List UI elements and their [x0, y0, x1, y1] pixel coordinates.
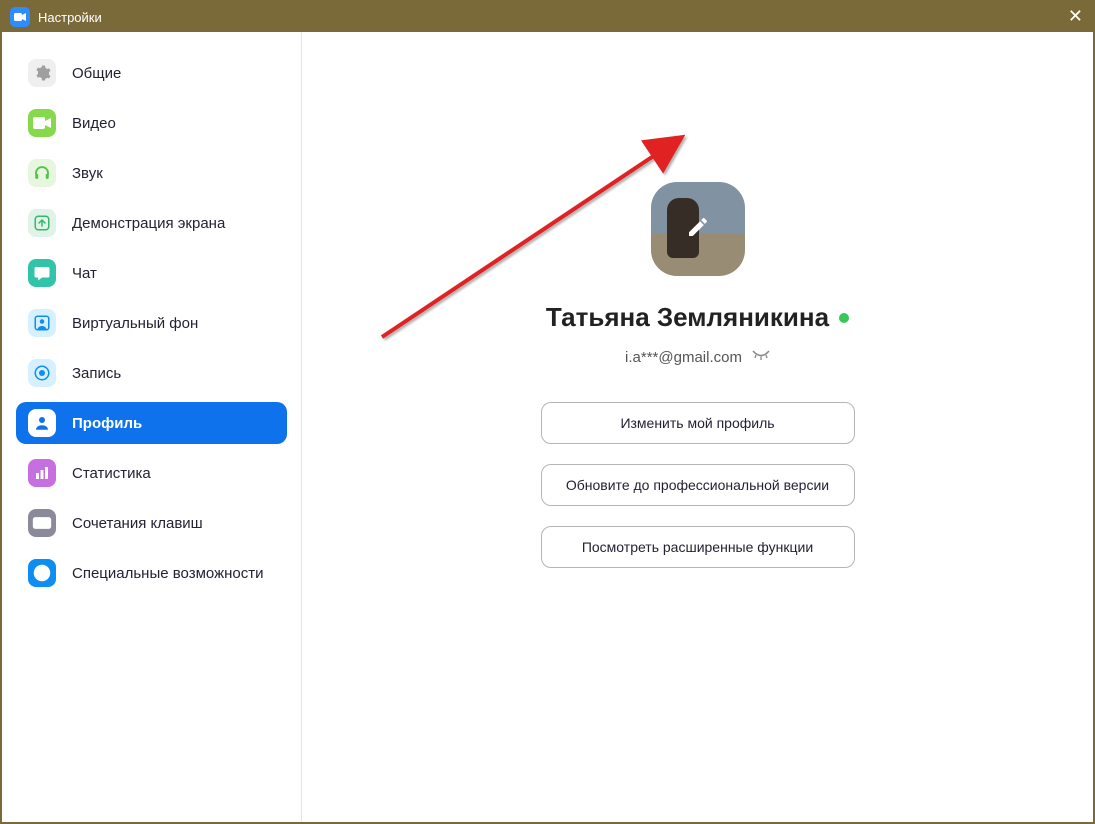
accessibility-icon: [28, 559, 56, 587]
pencil-icon: [686, 215, 710, 244]
sidebar-item-chat[interactable]: Чат: [16, 252, 287, 294]
sidebar-item-profile[interactable]: Профиль: [16, 402, 287, 444]
edit-profile-button[interactable]: Изменить мой профиль: [541, 402, 855, 444]
sidebar-item-label: Видео: [72, 115, 116, 132]
sidebar-item-label: Статистика: [72, 465, 151, 482]
sidebar-item-video[interactable]: Видео: [16, 102, 287, 144]
sidebar-item-label: Демонстрация экрана: [72, 215, 225, 232]
user-email: i.a***@gmail.com: [625, 349, 742, 366]
upgrade-pro-button[interactable]: Обновите до профессиональной версии: [541, 464, 855, 506]
zoom-logo-icon: [10, 7, 30, 27]
user-name: Татьяна Земляникина: [546, 302, 829, 333]
sidebar-item-virtualbg[interactable]: Виртуальный фон: [16, 302, 287, 344]
bars-icon: [28, 459, 56, 487]
record-icon: [28, 359, 56, 387]
window-title: Настройки: [38, 10, 102, 25]
video-icon: [28, 109, 56, 137]
sidebar-item-label: Виртуальный фон: [72, 315, 198, 332]
chat-icon: [28, 259, 56, 287]
advanced-features-button[interactable]: Посмотреть расширенные функции: [541, 526, 855, 568]
user-frame-icon: [28, 309, 56, 337]
sidebar-item-label: Чат: [72, 265, 97, 282]
gear-icon: [28, 59, 56, 87]
sidebar-item-label: Звук: [72, 165, 103, 182]
titlebar: Настройки ✕: [2, 2, 1093, 32]
sidebar-item-general[interactable]: Общие: [16, 52, 287, 94]
sidebar-item-accessibility[interactable]: Специальные возможности: [16, 552, 287, 594]
sidebar-item-label: Запись: [72, 365, 121, 382]
share-icon: [28, 209, 56, 237]
presence-online-icon: [839, 313, 849, 323]
sidebar-item-label: Профиль: [72, 415, 142, 432]
keyboard-icon: [28, 509, 56, 537]
sidebar-item-stats[interactable]: Статистика: [16, 452, 287, 494]
close-icon[interactable]: ✕: [1068, 6, 1083, 27]
sidebar-item-share[interactable]: Демонстрация экрана: [16, 202, 287, 244]
sidebar-item-label: Общие: [72, 65, 121, 82]
person-icon: [28, 409, 56, 437]
sidebar-item-audio[interactable]: Звук: [16, 152, 287, 194]
sidebar-item-recording[interactable]: Запись: [16, 352, 287, 394]
headphones-icon: [28, 159, 56, 187]
sidebar-item-shortcuts[interactable]: Сочетания клавиш: [16, 502, 287, 544]
eye-closed-icon[interactable]: [752, 349, 770, 366]
avatar-edit-button[interactable]: [651, 182, 745, 276]
sidebar-item-label: Специальные возможности: [72, 565, 264, 582]
sidebar-item-label: Сочетания клавиш: [72, 515, 203, 532]
